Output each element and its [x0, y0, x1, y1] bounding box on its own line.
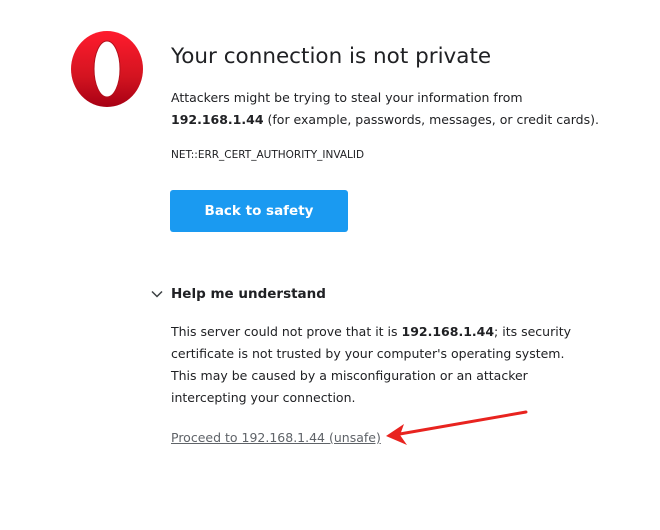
page-title: Your connection is not private [171, 44, 492, 69]
red-arrow-icon [386, 410, 528, 445]
chevron-down-icon [151, 290, 163, 298]
help-explanation: This server could not prove that it is 1… [171, 321, 591, 409]
explanation-prefix: This server could not prove that it is [171, 324, 398, 339]
host-address: 192.168.1.44 [171, 112, 264, 127]
warning-description: Attackers might be trying to steal your … [171, 87, 641, 131]
description-prefix: Attackers might be trying to steal your … [171, 90, 523, 105]
error-code: NET::ERR_CERT_AUTHORITY_INVALID [171, 149, 365, 161]
description-suffix: (for example, passwords, messages, or cr… [267, 112, 599, 127]
opera-logo-icon [71, 31, 143, 107]
explanation-host: 192.168.1.44 [401, 324, 495, 339]
help-toggle-label: Help me understand [171, 286, 326, 302]
back-to-safety-button[interactable]: Back to safety [170, 190, 348, 232]
proceed-unsafe-link[interactable]: Proceed to 192.168.1.44 (unsafe) [171, 430, 381, 445]
help-me-understand-toggle[interactable]: Help me understand [150, 283, 326, 305]
